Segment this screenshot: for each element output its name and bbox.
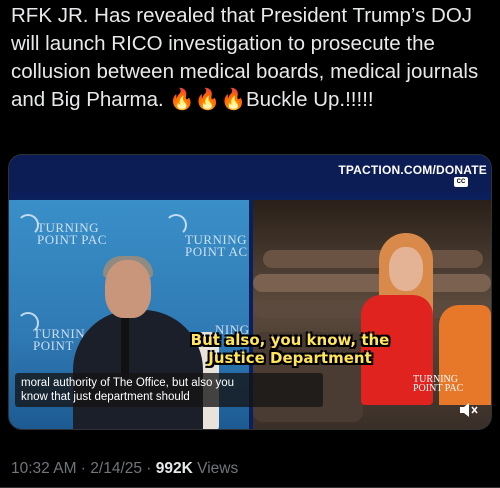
- post-metadata: 10:32 AM · 2/14/25 · 992K Views: [11, 460, 239, 477]
- burned-in-subtitle-line1: But also, you know, the: [190, 331, 390, 349]
- turning-point-logo: TURNING POINT AC: [185, 232, 248, 259]
- closed-caption-box: moral authority of The Office, but also …: [15, 373, 323, 407]
- fire-emojis: 🔥🔥🔥: [169, 88, 246, 111]
- post-text-part2: Buckle Up.!!!!!: [245, 88, 374, 111]
- views-label: Views: [192, 460, 239, 477]
- crowd: [253, 274, 491, 292]
- burned-in-subtitle-line2: Justice Department: [208, 349, 372, 367]
- speaker-muted-icon[interactable]: [459, 403, 479, 417]
- video-player[interactable]: TPACTION.COM/DONATE CC TURNING POINT PAC …: [8, 154, 492, 430]
- video-banner: TPACTION.COM/DONATE CC: [9, 155, 491, 193]
- post-date[interactable]: 2/14/25: [90, 460, 142, 477]
- caption-line2: know that just department should: [21, 391, 190, 403]
- corner-logo: TURNING POINT PAC: [413, 374, 464, 394]
- view-count: 992K: [155, 460, 193, 477]
- post-time[interactable]: 10:32 AM: [11, 460, 77, 477]
- caption-line1: moral authority of The Office, but also …: [21, 377, 235, 389]
- speaker-suit: [73, 310, 203, 429]
- speaker-head: [105, 260, 151, 318]
- donate-url: TPACTION.COM/DONATE: [338, 163, 487, 177]
- post-text: RFK JR. Has revealed that President Trum…: [11, 2, 495, 114]
- turning-point-arrow-icon: [17, 214, 39, 236]
- closed-captions-icon[interactable]: CC: [454, 177, 468, 187]
- turning-point-arrow-icon: [165, 214, 187, 236]
- crowd: [263, 250, 483, 268]
- questioner-face: [389, 247, 423, 291]
- turning-point-logo: TURNING POINT PAC: [37, 220, 107, 247]
